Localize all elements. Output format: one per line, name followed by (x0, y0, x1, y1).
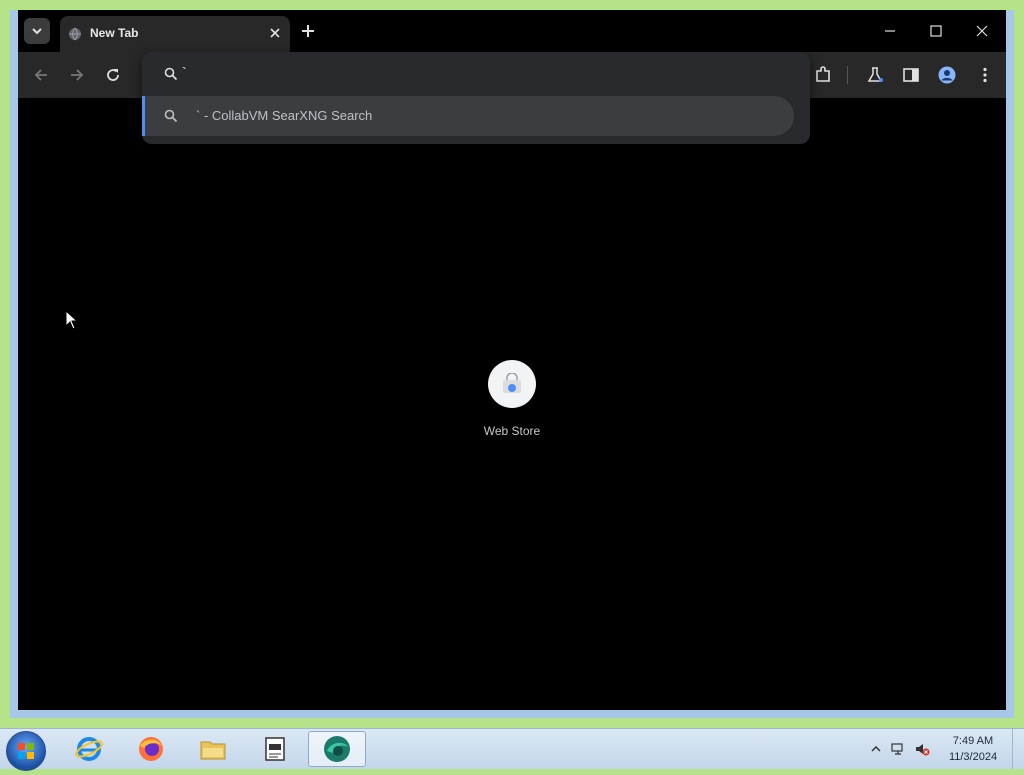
tab-new-tab[interactable]: New Tab (60, 16, 290, 52)
volume-muted-icon[interactable] (914, 741, 930, 757)
taskbar-firefox[interactable] (124, 731, 178, 767)
web-store-label: Web Store (483, 424, 541, 438)
suggestion-selected-indicator (142, 96, 145, 136)
browser-app-icon (324, 736, 350, 762)
start-button[interactable] (6, 731, 46, 771)
minimize-icon[interactable] (882, 23, 898, 39)
omnibox-suggestion[interactable]: ` - CollabVM SearXNG Search (142, 96, 794, 136)
menu-kebab-icon[interactable] (976, 66, 994, 84)
taskbar-file-explorer[interactable] (186, 731, 240, 767)
search-icon (164, 109, 178, 123)
network-icon[interactable] (890, 741, 906, 757)
side-panel-icon[interactable] (902, 66, 920, 84)
close-icon[interactable] (268, 26, 282, 40)
maximize-icon[interactable] (928, 23, 944, 39)
new-tab-button[interactable] (300, 23, 316, 39)
back-icon[interactable] (32, 66, 50, 84)
profile-avatar-icon[interactable] (938, 66, 956, 84)
tab-search-button[interactable] (24, 18, 50, 44)
browser-frame: New Tab ` ` - CollabVM SearXNG Search We… (18, 10, 1006, 710)
extensions-icon[interactable] (814, 66, 832, 84)
address-bar-input[interactable]: ` (182, 64, 782, 84)
clock-time: 7:49 AM (952, 735, 994, 747)
mouse-cursor-icon (65, 310, 79, 330)
chevron-down-icon (32, 28, 42, 35)
forward-icon[interactable] (68, 66, 86, 84)
tray-expand-icon[interactable] (868, 741, 884, 757)
system-clock[interactable]: 7:49 AM 11/3/2024 (938, 733, 1008, 765)
reload-icon[interactable] (104, 66, 122, 84)
internet-explorer-icon (75, 737, 103, 761)
toolbar-divider (847, 66, 848, 84)
windows-logo-icon (18, 743, 34, 759)
suggestion-text: ` - CollabVM SearXNG Search (196, 108, 373, 123)
search-icon (164, 67, 178, 81)
labs-flask-icon[interactable] (866, 66, 884, 84)
web-store-icon (503, 373, 521, 393)
document-window-icon (265, 737, 285, 761)
taskbar-internet-explorer[interactable] (62, 731, 116, 767)
omnibox-dropdown: ` ` - CollabVM SearXNG Search (142, 52, 810, 144)
folder-icon (200, 741, 226, 760)
firefox-icon (139, 737, 163, 761)
taskbar-notepad[interactable] (248, 731, 302, 767)
web-store-shortcut[interactable] (488, 360, 536, 408)
show-desktop-button[interactable] (1012, 729, 1024, 769)
taskbar: 7:49 AM 11/3/2024 (0, 728, 1024, 771)
title-bar: New Tab (18, 10, 1006, 52)
window-close-icon[interactable] (974, 23, 990, 39)
clock-date: 11/3/2024 (948, 751, 998, 763)
taskbar-active-browser[interactable] (308, 731, 366, 767)
tab-title: New Tab (90, 26, 139, 40)
browser-window: New Tab ` ` - CollabVM SearXNG Search We… (10, 10, 1014, 718)
globe-icon (69, 27, 81, 41)
